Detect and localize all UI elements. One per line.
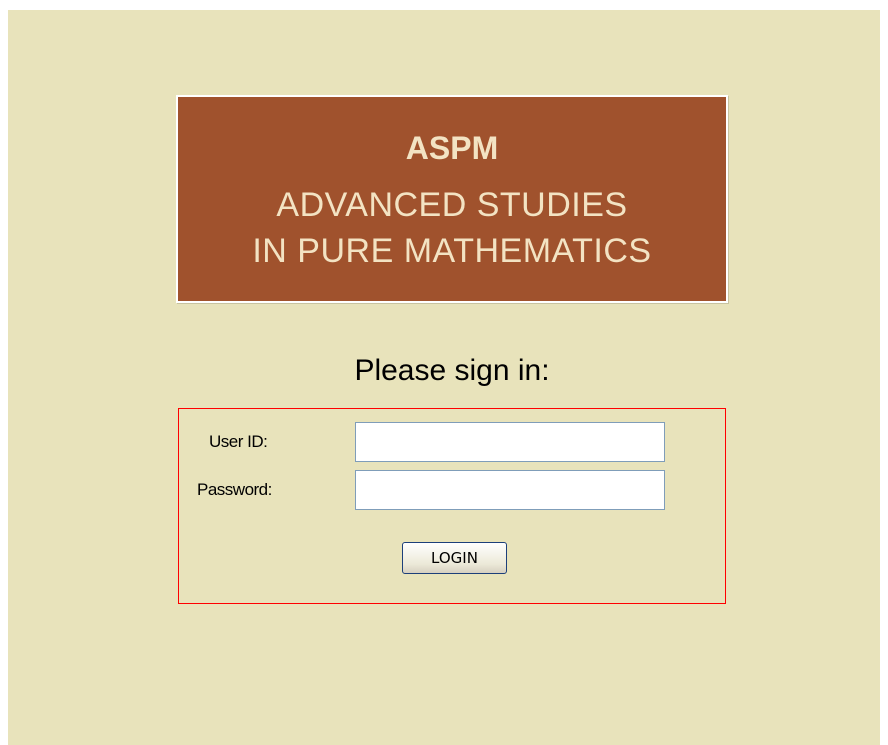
banner-title-line-1: ADVANCED STUDIES [276,186,628,224]
userid-label: User ID: [209,432,268,451]
page-background: ASPM ADVANCED STUDIES IN PURE MATHEMATIC… [8,10,880,745]
password-label: Password: [197,480,272,499]
site-banner: ASPM ADVANCED STUDIES IN PURE MATHEMATIC… [176,95,728,303]
banner-title-line-2: IN PURE MATHEMATICS [252,232,652,270]
login-button[interactable]: LOGIN [402,542,507,574]
banner-abbreviation: ASPM [405,130,499,166]
signin-heading: Please sign in: [354,354,550,387]
userid-input[interactable] [355,422,665,462]
password-input[interactable] [355,470,665,510]
login-form: User ID: Password: LOGIN [178,408,726,604]
